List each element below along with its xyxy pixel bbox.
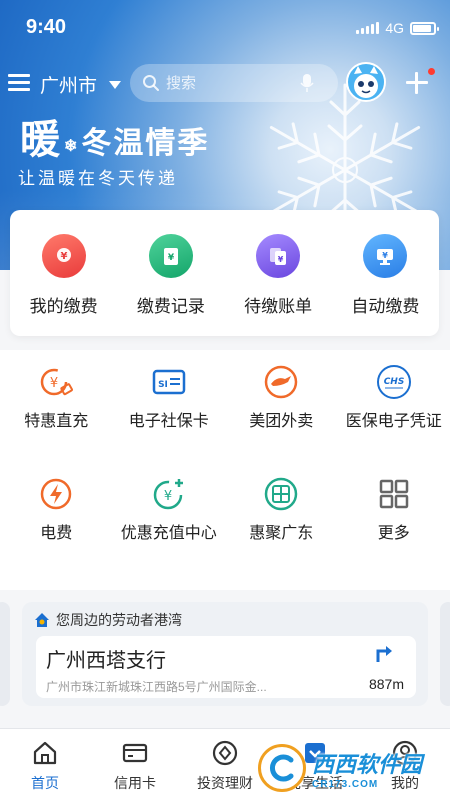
service-electricity[interactable]: 电费 [0,462,113,574]
quick-action-label: 缴费记录 [136,297,205,316]
huiju-guangdong-icon [265,477,298,511]
tab-home[interactable]: 首页 [0,729,90,800]
svg-text:¥: ¥ [50,376,58,391]
branch-address: 广州市珠江新城珠江西路5号广州国际金... [46,680,267,694]
tab-label: 首页 [31,775,59,791]
service-label: 电子社保卡 [128,413,209,430]
service-discount-recharge[interactable]: ¥ 特惠直充 [0,350,113,462]
discount-recharge-icon: ¥ [41,368,74,396]
tab-credit-card[interactable]: 信用卡 [90,729,180,800]
mic-icon[interactable] [300,73,314,93]
banner-snow-glyph: ❄ [64,135,80,155]
nearby-card[interactable]: 您周边的劳动者港湾 广州西塔支行 广州市珠江新城珠江西路5号广州国际金... 8… [22,602,428,706]
tab-label: 投资理财 [197,775,253,791]
service-label: 美团外卖 [249,413,314,430]
watermark-logo-icon [258,744,306,792]
banner-subtitle: 让温暖在冬天传递 [18,169,178,188]
service-medical-insurance[interactable]: CHS 医保电子凭证 [338,350,450,462]
search-bar[interactable] [130,64,338,102]
service-more[interactable]: 更多 [338,462,450,574]
medical-insurance-icon: CHS [376,365,411,399]
mascot-face-icon [354,66,378,98]
tab-investment[interactable]: 投资理财 [180,729,270,800]
service-label: 电费 [40,525,73,542]
service-social-security-card[interactable]: SI 电子社保卡 [113,350,226,462]
svg-text:¥: ¥ [168,253,175,263]
auto-payment-icon: ¥ [363,234,408,278]
watermark-text: 西西软件园 [312,751,423,777]
branch-distance: 887m [368,676,404,692]
network-type: 4G [385,20,404,36]
investment-icon [212,740,238,766]
search-input[interactable] [166,74,286,92]
svg-text:¥: ¥ [164,489,172,504]
status-time: 9:40 [26,16,67,38]
signal-icon [356,22,380,34]
tab-label: 信用卡 [114,775,156,791]
service-label: 优惠充值中心 [120,525,217,542]
banner-title-big: 暖 [20,116,62,163]
city-label: 广州市 [40,76,98,97]
service-label: 惠聚广东 [249,525,314,542]
city-selector[interactable]: 广州市 [40,71,122,98]
search-icon [143,75,159,91]
services-grid: ¥ 特惠直充 SI 电子社保卡 美团外卖 CHS 医保电子凭证 电费 ¥ 优惠充… [0,350,450,590]
carousel-next-card[interactable] [440,602,450,706]
battery-icon [410,21,439,35]
quick-action-auto-payment[interactable]: ¥ 自动缴费 [335,234,435,336]
navigate-arrow-icon[interactable] [374,642,394,664]
social-security-card-icon: SI [152,369,185,395]
nearby-heading: 您周边的劳动者港湾 [34,610,182,630]
svg-text:CHS: CHS [383,377,404,387]
service-huiju-guangdong[interactable]: 惠聚广东 [225,462,338,574]
site-watermark: 西西软件园 CR173.COM [258,740,442,796]
mascot-avatar[interactable] [346,62,386,102]
notification-dot [428,68,435,75]
city-caret-icon [109,80,122,89]
location-house-icon [35,613,49,627]
branch-item[interactable]: 广州西塔支行 广州市珠江新城珠江西路5号广州国际金... 887m [36,636,416,698]
nearby-heading-text: 您周边的劳动者港湾 [56,612,182,628]
status-bar: 9:40 4G [0,0,450,56]
service-meituan-delivery[interactable]: 美团外卖 [225,350,338,462]
quick-actions-card: ¥ 我的缴费 ¥ 缴费记录 ¥ 待缴账单 ¥ 自动缴费 [10,210,439,336]
top-bar: 广州市 [0,62,450,106]
meituan-delivery-icon [265,365,298,399]
electricity-icon [41,478,72,510]
svg-text:SI: SI [158,380,168,390]
menu-icon[interactable] [8,74,30,92]
service-label: 特惠直充 [24,413,89,430]
credit-card-icon [122,743,148,763]
quick-action-label: 待缴账单 [244,297,313,316]
my-payment-icon: ¥ [41,234,86,278]
quick-action-label: 自动缴费 [351,297,420,316]
svg-text:¥: ¥ [60,251,67,262]
payment-record-icon: ¥ [148,234,193,278]
quick-action-my-payment[interactable]: ¥ 我的缴费 [14,234,114,336]
home-icon [33,741,57,765]
pending-bill-icon: ¥ [256,234,301,278]
service-label: 更多 [377,525,410,542]
branch-name: 广州西塔支行 [46,650,166,672]
banner-title: 暖 ❄冬温情季 [20,107,209,165]
svg-text:¥: ¥ [278,255,284,264]
quick-action-label: 我的缴费 [29,297,98,316]
carousel-prev-card[interactable] [0,602,10,706]
svg-text:¥: ¥ [383,251,389,260]
banner-title-rest: 冬温情季 [81,126,210,161]
status-indicators: 4G [356,20,439,36]
service-recharge-center[interactable]: ¥ 优惠充值中心 [113,462,226,574]
quick-action-pending-bill[interactable]: ¥ 待缴账单 [228,234,328,336]
recharge-center-icon: ¥ [153,479,183,510]
more-grid-icon [379,479,408,509]
service-label: 医保电子凭证 [345,413,442,430]
nearby-section: 您周边的劳动者港湾 广州西塔支行 广州市珠江新城珠江西路5号广州国际金... 8… [0,592,450,712]
quick-action-payment-record[interactable]: ¥ 缴费记录 [121,234,221,336]
watermark-subtext: CR173.COM [312,778,379,790]
